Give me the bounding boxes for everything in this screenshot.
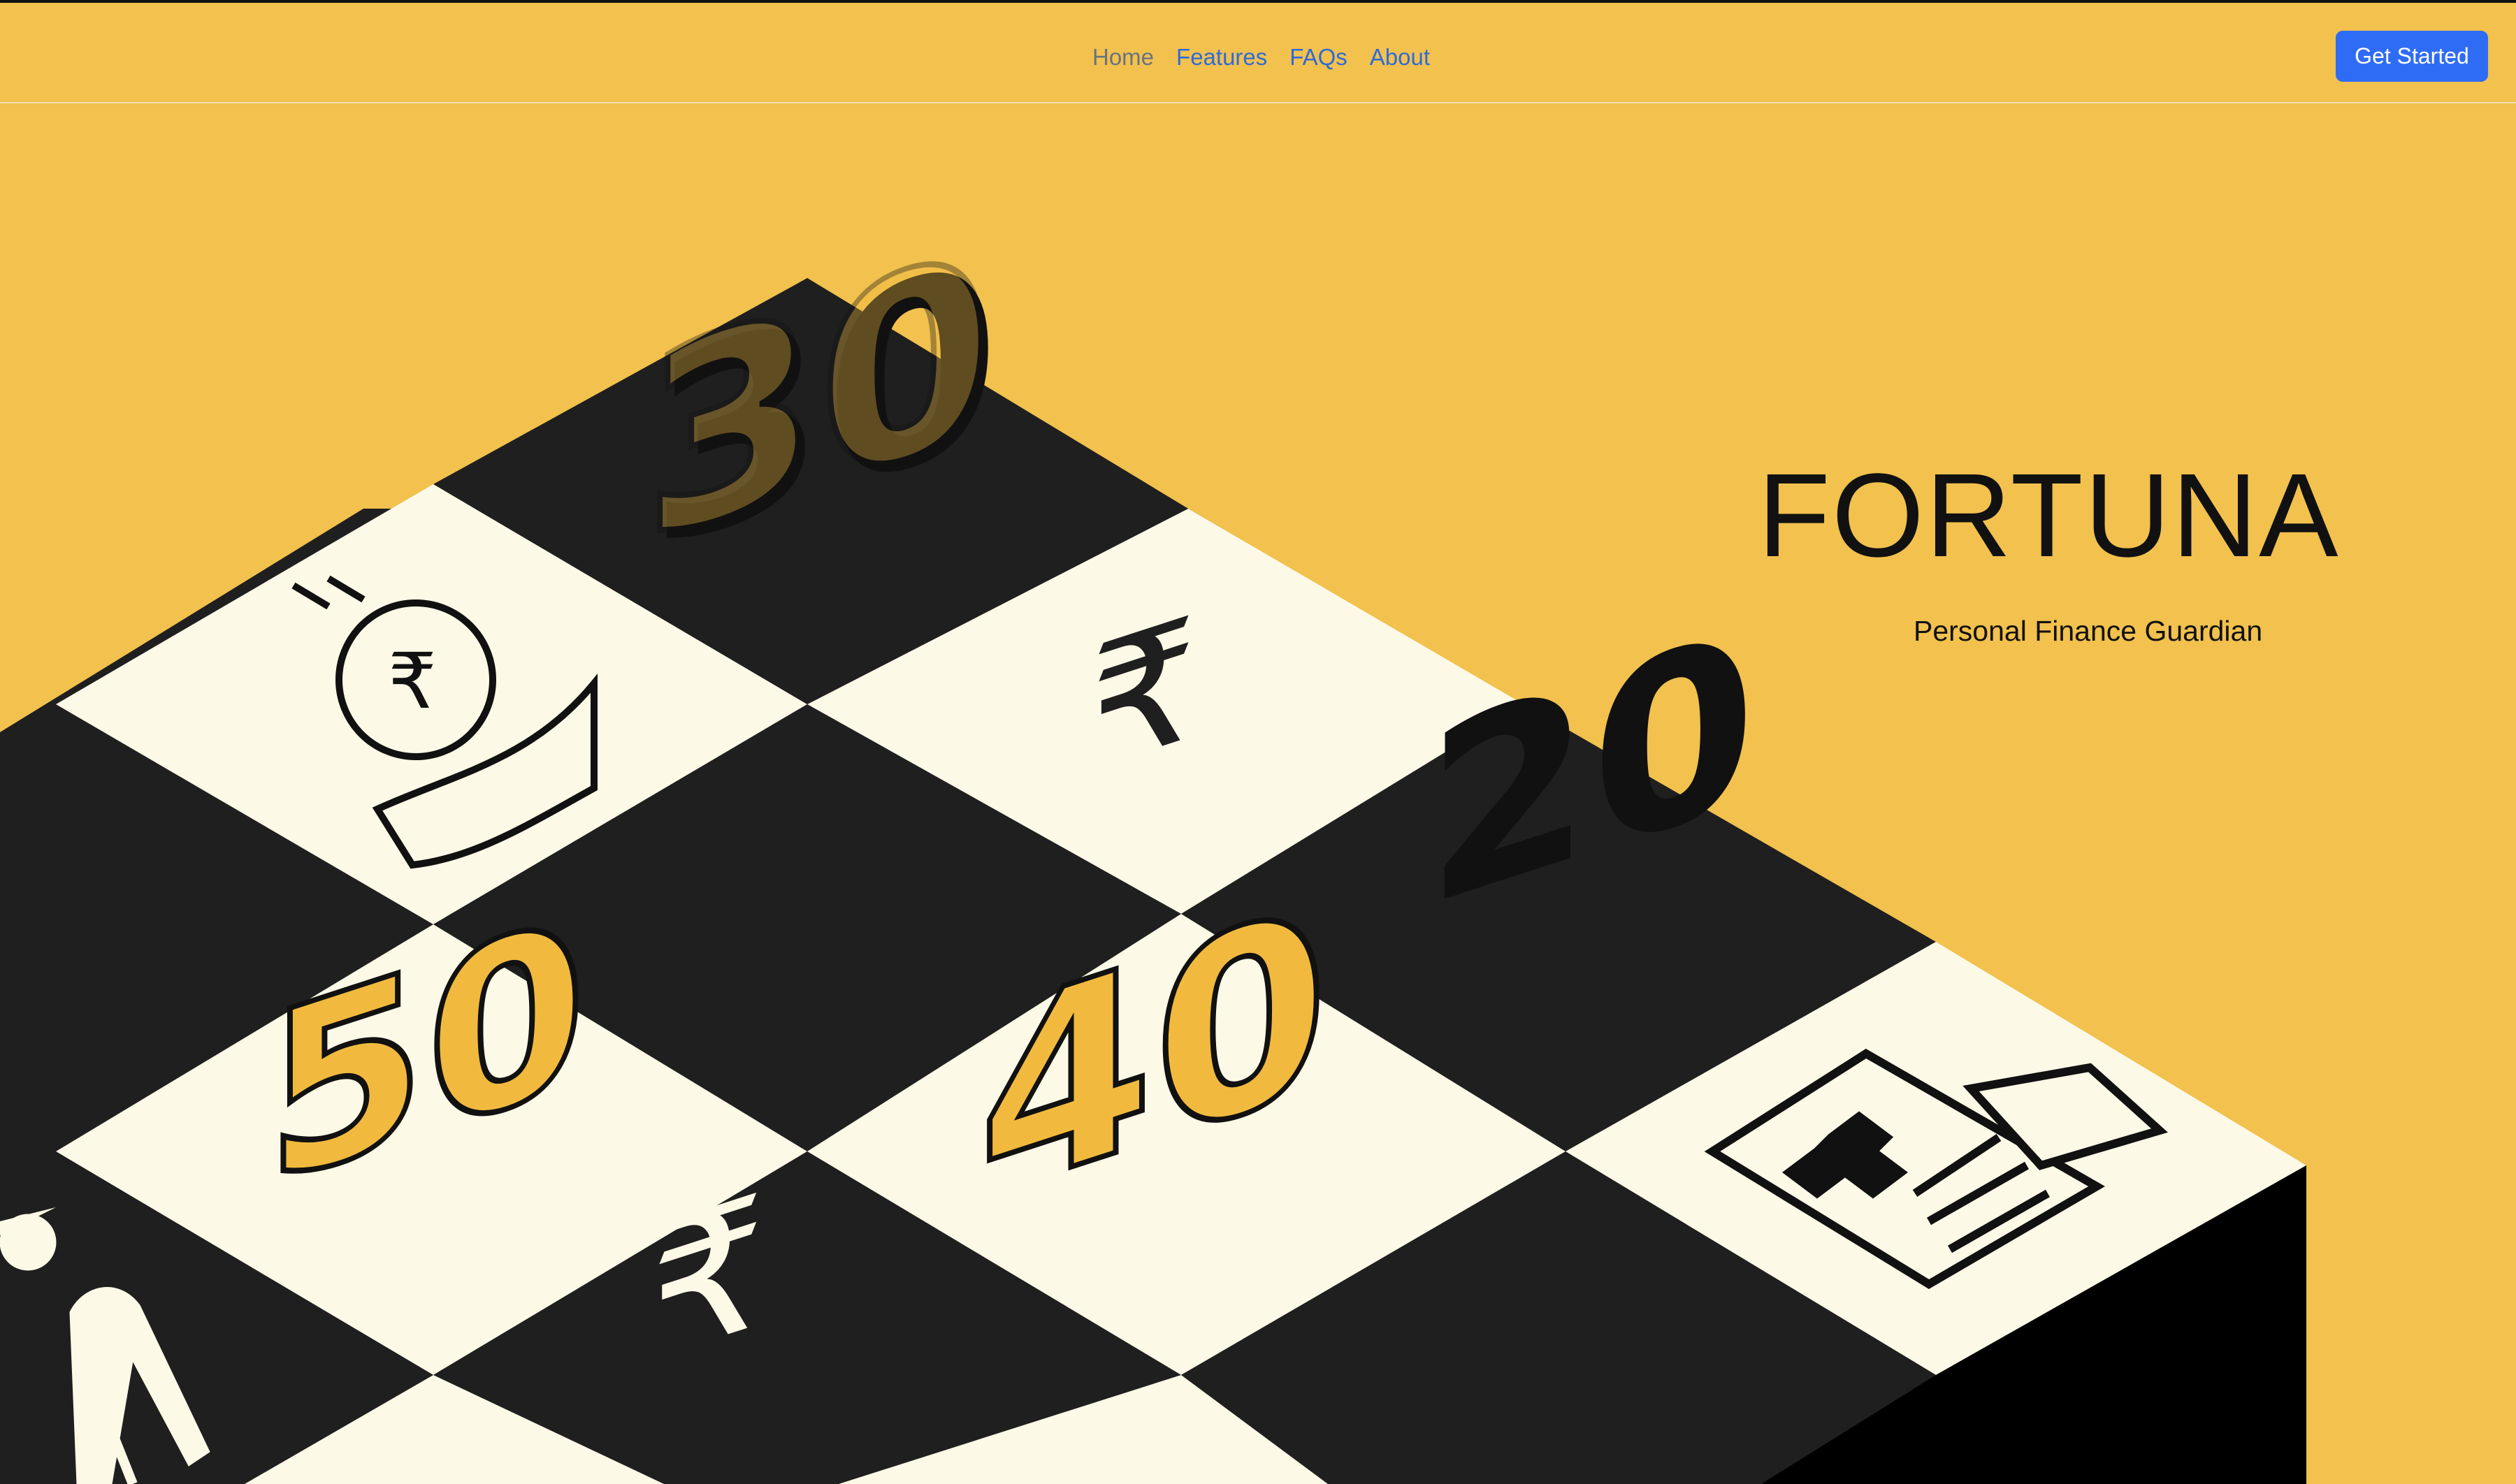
svg-text:₹: ₹	[1090, 579, 1197, 809]
navbar: Home Features FAQs About Get Started	[0, 3, 2516, 103]
nav-about-link[interactable]: About	[1370, 44, 1430, 71]
rupee-icon: ₹	[1090, 579, 1197, 809]
hero-section: 30 30 20 50 40 ₹ ₹ ₹ FORTUNA Personal Fi…	[0, 103, 2516, 1484]
rupee-icon: ₹	[650, 1153, 765, 1402]
nav-faqs-link[interactable]: FAQs	[1289, 44, 1347, 71]
hero-subtitle: Personal Finance Guardian	[1914, 615, 2263, 647]
nav-home-link[interactable]: Home	[1092, 44, 1154, 71]
nav-links: Home Features FAQs About	[1092, 41, 1452, 74]
get-started-button[interactable]: Get Started	[2336, 31, 2488, 82]
svg-text:₹: ₹	[388, 636, 437, 726]
nav-features-link[interactable]: Features	[1176, 44, 1267, 71]
hero-illustration: 30 30 20 50 40 ₹ ₹ ₹	[0, 191, 2306, 1484]
hero-title: FORTUNA	[1758, 449, 2340, 582]
svg-text:₹: ₹	[650, 1153, 765, 1402]
